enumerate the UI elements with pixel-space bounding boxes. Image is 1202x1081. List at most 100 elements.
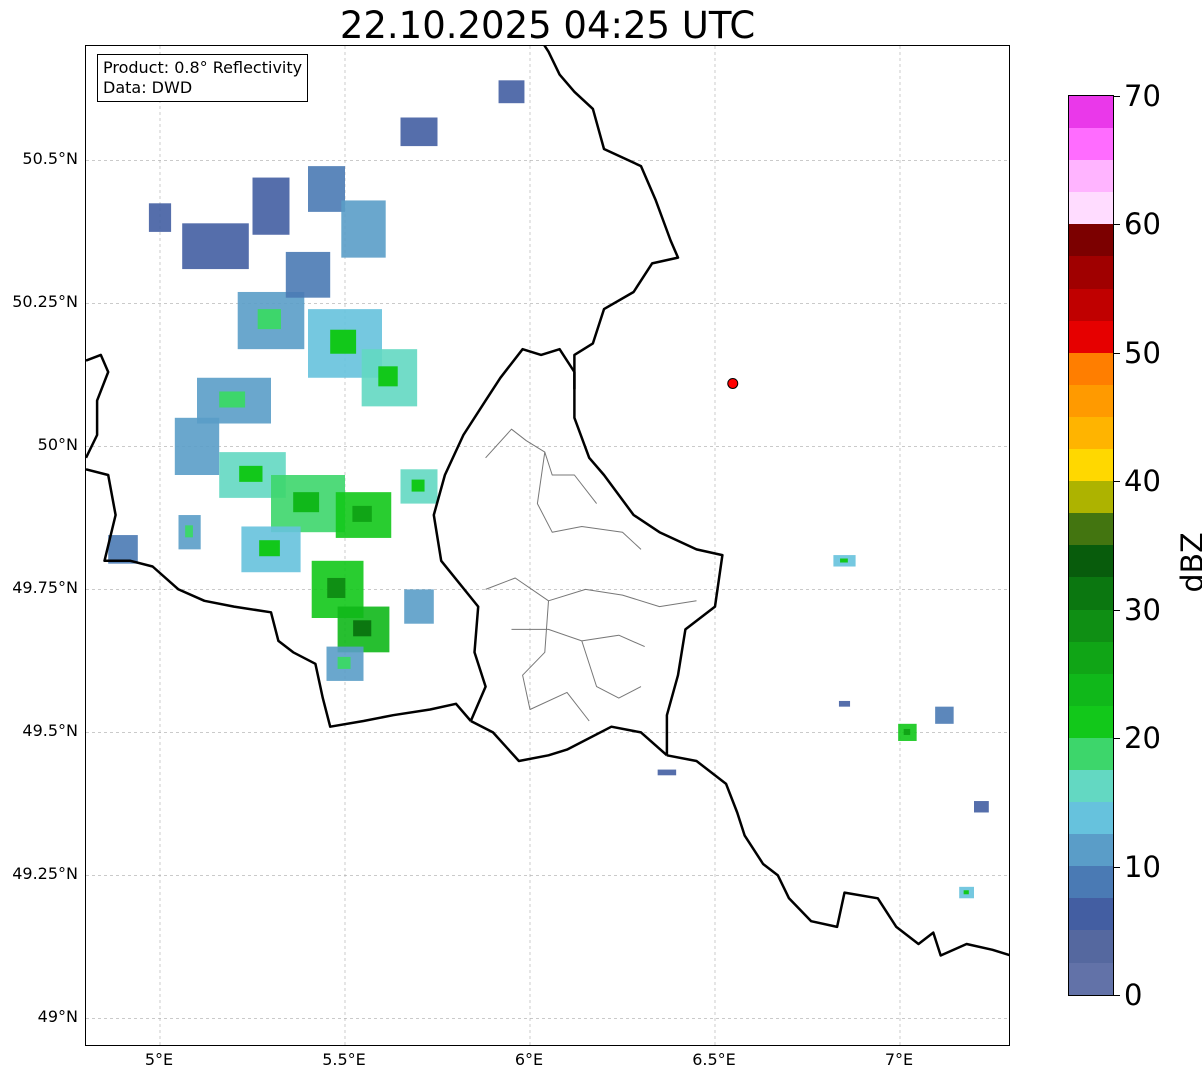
colorbar-segment — [1069, 802, 1113, 835]
radar-echo-cell — [308, 166, 345, 212]
lon-tick-label: 5°E — [144, 1050, 174, 1069]
radar-echo-core — [352, 505, 372, 522]
colorbar-tick-mark — [1114, 866, 1120, 868]
radar-echo-core — [963, 890, 969, 895]
colorbar-segment — [1069, 609, 1113, 642]
radar-echo-cell — [174, 417, 220, 475]
radar-echo-core — [330, 329, 357, 354]
lat-tick-label: 49.25°N — [12, 864, 78, 884]
colorbar-tick-label: 0 — [1124, 978, 1143, 1012]
radar-echo-core — [337, 656, 351, 669]
colorbar-segment — [1069, 962, 1113, 995]
colorbar-segment — [1069, 481, 1113, 514]
canton-line-3 — [485, 577, 697, 608]
radar-echo-cell — [341, 200, 386, 258]
colorbar-segment — [1069, 673, 1113, 706]
radar-echo-core — [327, 577, 346, 598]
canton-line-2 — [536, 452, 642, 550]
radar-echo-cell — [148, 203, 172, 232]
radar-map-svg — [86, 46, 1009, 1045]
colorbar-tick-mark — [1114, 995, 1120, 996]
colorbar-segment — [1069, 352, 1113, 385]
radar-site-marker — [727, 377, 739, 389]
radar-echo-cell — [657, 769, 677, 776]
colorbar-tick-label: 30 — [1124, 592, 1161, 627]
radar-echo-cell — [935, 706, 954, 724]
colorbar-segment — [1069, 513, 1113, 546]
radar-echo-core — [353, 620, 372, 637]
lon-tick-label: 6°E — [514, 1050, 544, 1069]
radar-echo-cell — [404, 589, 434, 624]
radar-echo-core — [378, 366, 398, 387]
lon-tick-label: 5.5°E — [322, 1050, 366, 1069]
colorbar-tick-label: 10 — [1124, 849, 1161, 884]
radar-echo-core — [185, 525, 193, 538]
canton-line-1 — [485, 428, 597, 504]
colorbar-segment — [1069, 737, 1113, 770]
radar-echo-cell — [400, 117, 438, 147]
canton-line-5 — [522, 600, 590, 722]
radar-echo-core — [840, 558, 848, 563]
radar-echo-cell — [182, 223, 249, 270]
colorbar-tick-label: 50 — [1124, 335, 1161, 370]
border-luxembourg-south — [470, 719, 668, 763]
colorbar-tick-label: 20 — [1124, 721, 1161, 756]
radar-echo-cell — [974, 801, 989, 813]
radar-echo-core — [257, 309, 281, 330]
radar-map-area[interactable] — [85, 45, 1010, 1046]
map-title: 22.10.2025 04:25 UTC — [339, 4, 756, 47]
radar-echo-core — [259, 540, 280, 557]
radar-echo-core — [903, 728, 911, 735]
colorbar-segment — [1069, 160, 1113, 193]
lat-tick-label: 49.5°N — [22, 721, 78, 741]
colorbar-segment — [1069, 96, 1113, 129]
colorbar-segment — [1069, 320, 1113, 353]
border-france-germany — [666, 754, 1009, 957]
colorbar-segment — [1069, 834, 1113, 867]
radar-echo-cell — [498, 80, 525, 104]
colorbar-segment — [1069, 641, 1113, 674]
colorbar-segment — [1069, 384, 1113, 417]
colorbar-segment — [1069, 288, 1113, 321]
colorbar-tick-mark — [1114, 96, 1120, 97]
colorbar-segment — [1069, 128, 1113, 161]
border-luxembourg-north — [432, 347, 576, 722]
colorbar-segment — [1069, 930, 1113, 963]
product-info-box: Product: 0.8° Reflectivity Data: DWD — [97, 54, 309, 102]
colorbar-segment — [1069, 577, 1113, 610]
colorbar-tick-mark — [1114, 609, 1120, 611]
colorbar-tick-label: 40 — [1124, 464, 1161, 499]
colorbar-segment — [1069, 192, 1113, 225]
radar-echo-core — [293, 492, 320, 513]
lat-tick-label: 49.75°N — [12, 578, 78, 598]
colorbar-tick-mark — [1114, 738, 1120, 740]
colorbar-segment — [1069, 866, 1113, 899]
radar-echo-cell — [252, 177, 290, 235]
dbz-colorbar — [1068, 95, 1114, 996]
product-label: Product: 0.8° Reflectivity — [103, 58, 303, 77]
colorbar-tick-mark — [1114, 352, 1120, 354]
colorbar-tick-mark — [1114, 481, 1120, 483]
colorbar-segment — [1069, 416, 1113, 450]
lon-tick-label: 7°E — [884, 1050, 914, 1069]
colorbar-segment — [1069, 769, 1113, 803]
lat-tick-label: 49°N — [37, 1007, 78, 1027]
radar-echo-cell — [838, 700, 851, 707]
lat-tick-label: 50°N — [37, 435, 78, 455]
colorbar-tick-mark — [1114, 224, 1120, 226]
colorbar-tick-label: 70 — [1124, 79, 1161, 113]
border-germany-west — [543, 46, 724, 756]
colorbar-tick-label: 60 — [1124, 207, 1161, 242]
canton-line-6 — [581, 640, 642, 699]
lat-tick-label: 50.5°N — [22, 149, 78, 169]
lon-tick-label: 6.5°E — [692, 1050, 736, 1069]
colorbar-title: dBZ — [1175, 532, 1202, 593]
colorbar-segment — [1069, 256, 1113, 289]
radar-echo-cell — [285, 251, 331, 298]
colorbar-segment — [1069, 545, 1113, 578]
colorbar-segment — [1069, 224, 1113, 257]
canton-line-4 — [511, 628, 645, 648]
lat-tick-label: 50.25°N — [12, 292, 78, 312]
data-source-label: Data: DWD — [103, 78, 193, 97]
colorbar-segment — [1069, 449, 1113, 482]
